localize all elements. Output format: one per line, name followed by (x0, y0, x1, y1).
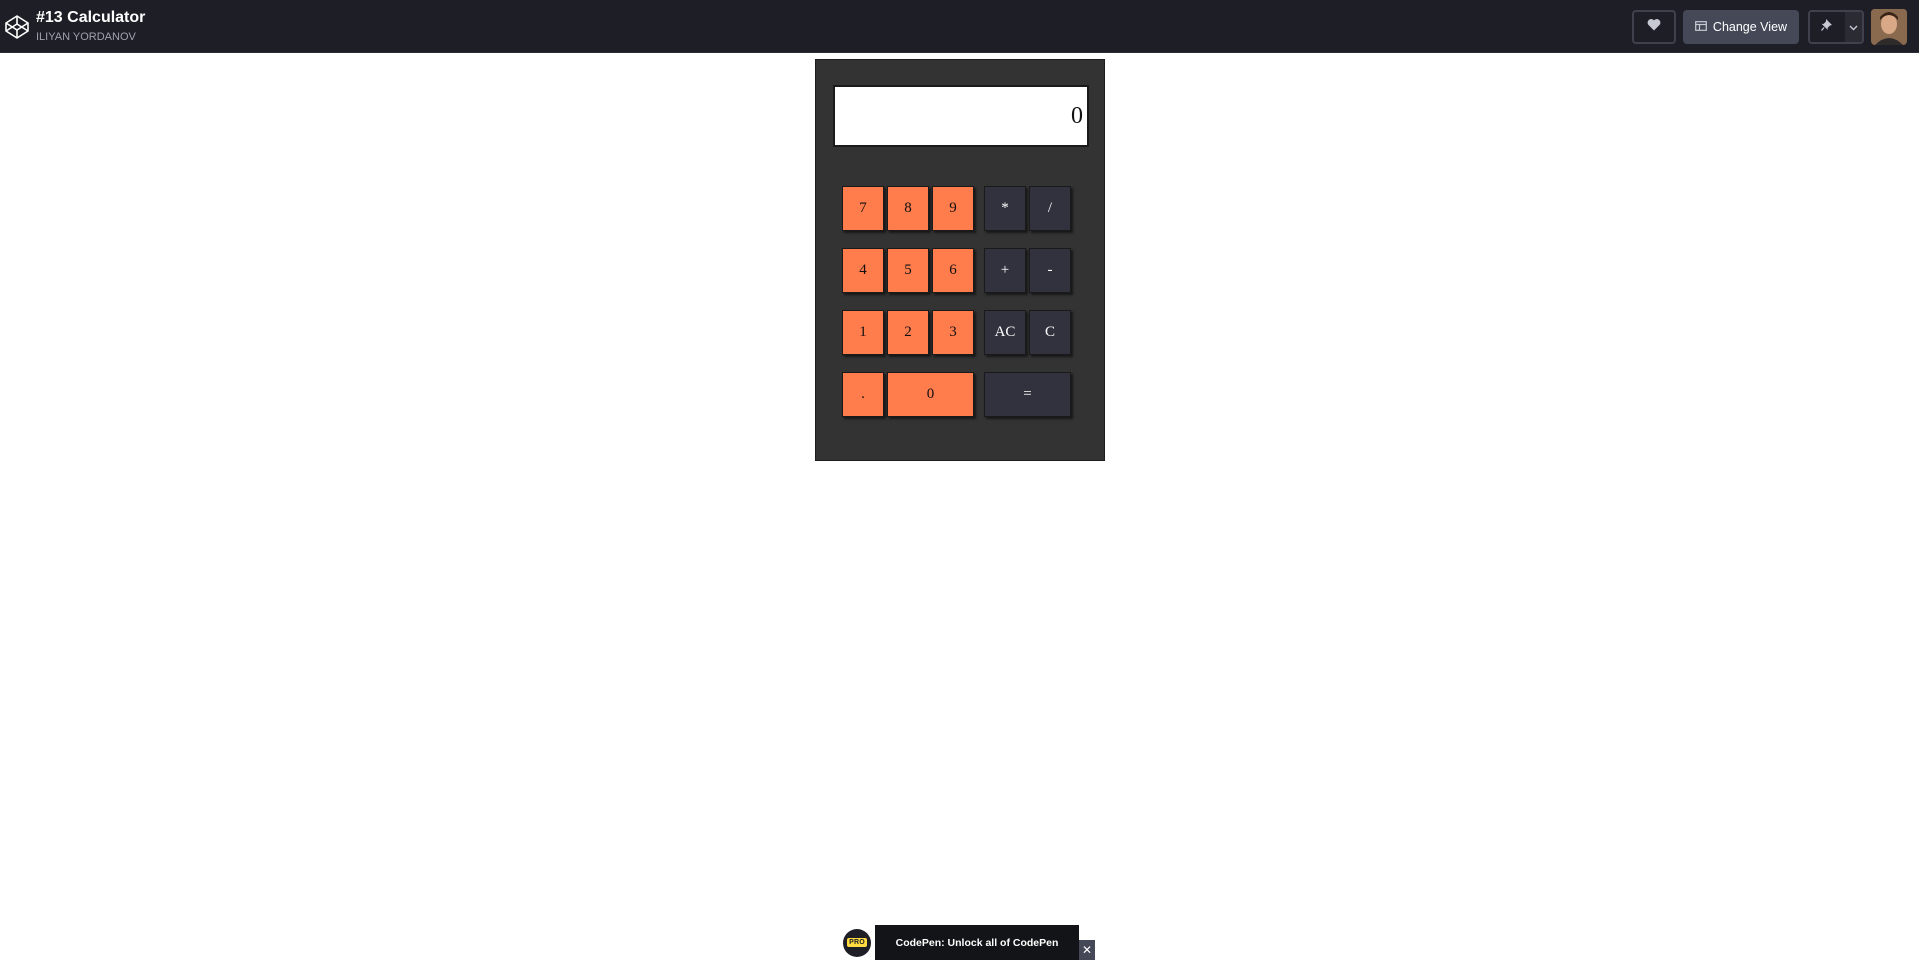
key-4[interactable]: 4 (842, 248, 884, 293)
key-7[interactable]: 7 (842, 186, 884, 231)
key-equals[interactable]: = (984, 372, 1071, 417)
key-all-clear[interactable]: AC (984, 310, 1026, 355)
key-plus[interactable]: + (984, 248, 1026, 293)
change-view-button[interactable]: Change View (1683, 10, 1799, 44)
key-5[interactable]: 5 (887, 248, 929, 293)
key-6[interactable]: 6 (932, 248, 974, 293)
key-8[interactable]: 8 (887, 186, 929, 231)
chevron-down-icon (1849, 18, 1858, 36)
key-3[interactable]: 3 (932, 310, 974, 355)
pro-badge[interactable]: PRO (839, 925, 875, 960)
codepen-logo-icon[interactable] (4, 14, 30, 40)
close-icon[interactable]: ✕ (1079, 940, 1095, 960)
key-2[interactable]: 2 (887, 310, 929, 355)
pin-button[interactable] (1810, 12, 1845, 42)
pro-promo-banner: PRO CodePen: Unlock all of CodePen ✕ (839, 925, 1095, 960)
key-multiply[interactable]: * (984, 186, 1026, 231)
change-view-label: Change View (1712, 20, 1788, 34)
key-minus[interactable]: - (1029, 248, 1071, 293)
layout-icon (1695, 20, 1707, 34)
user-avatar[interactable] (1871, 9, 1907, 45)
key-decimal[interactable]: . (842, 372, 884, 417)
key-clear[interactable]: C (1029, 310, 1071, 355)
heart-icon (1647, 18, 1661, 36)
display-value: 0 (1071, 102, 1083, 129)
promo-link[interactable]: CodePen: Unlock all of CodePen (875, 925, 1079, 960)
pen-author[interactable]: ILIYAN YORDANOV (36, 31, 136, 43)
like-button[interactable] (1632, 10, 1676, 44)
calculator: 0 7 8 9 * / 4 5 6 + - 1 2 3 AC C . 0 = (815, 59, 1105, 461)
calculator-display: 0 (833, 85, 1089, 147)
pro-label: PRO (847, 938, 867, 947)
pen-title[interactable]: #13 Calculator (36, 9, 145, 27)
key-9[interactable]: 9 (932, 186, 974, 231)
key-divide[interactable]: / (1029, 186, 1071, 231)
pin-button-group (1808, 10, 1864, 44)
key-0[interactable]: 0 (887, 372, 974, 417)
top-bar: #13 Calculator ILIYAN YORDANOV Change Vi… (0, 0, 1919, 53)
pro-coin-icon: PRO (843, 928, 871, 957)
key-1[interactable]: 1 (842, 310, 884, 355)
pin-dropdown-button[interactable] (1844, 12, 1862, 42)
pin-icon (1821, 18, 1833, 36)
